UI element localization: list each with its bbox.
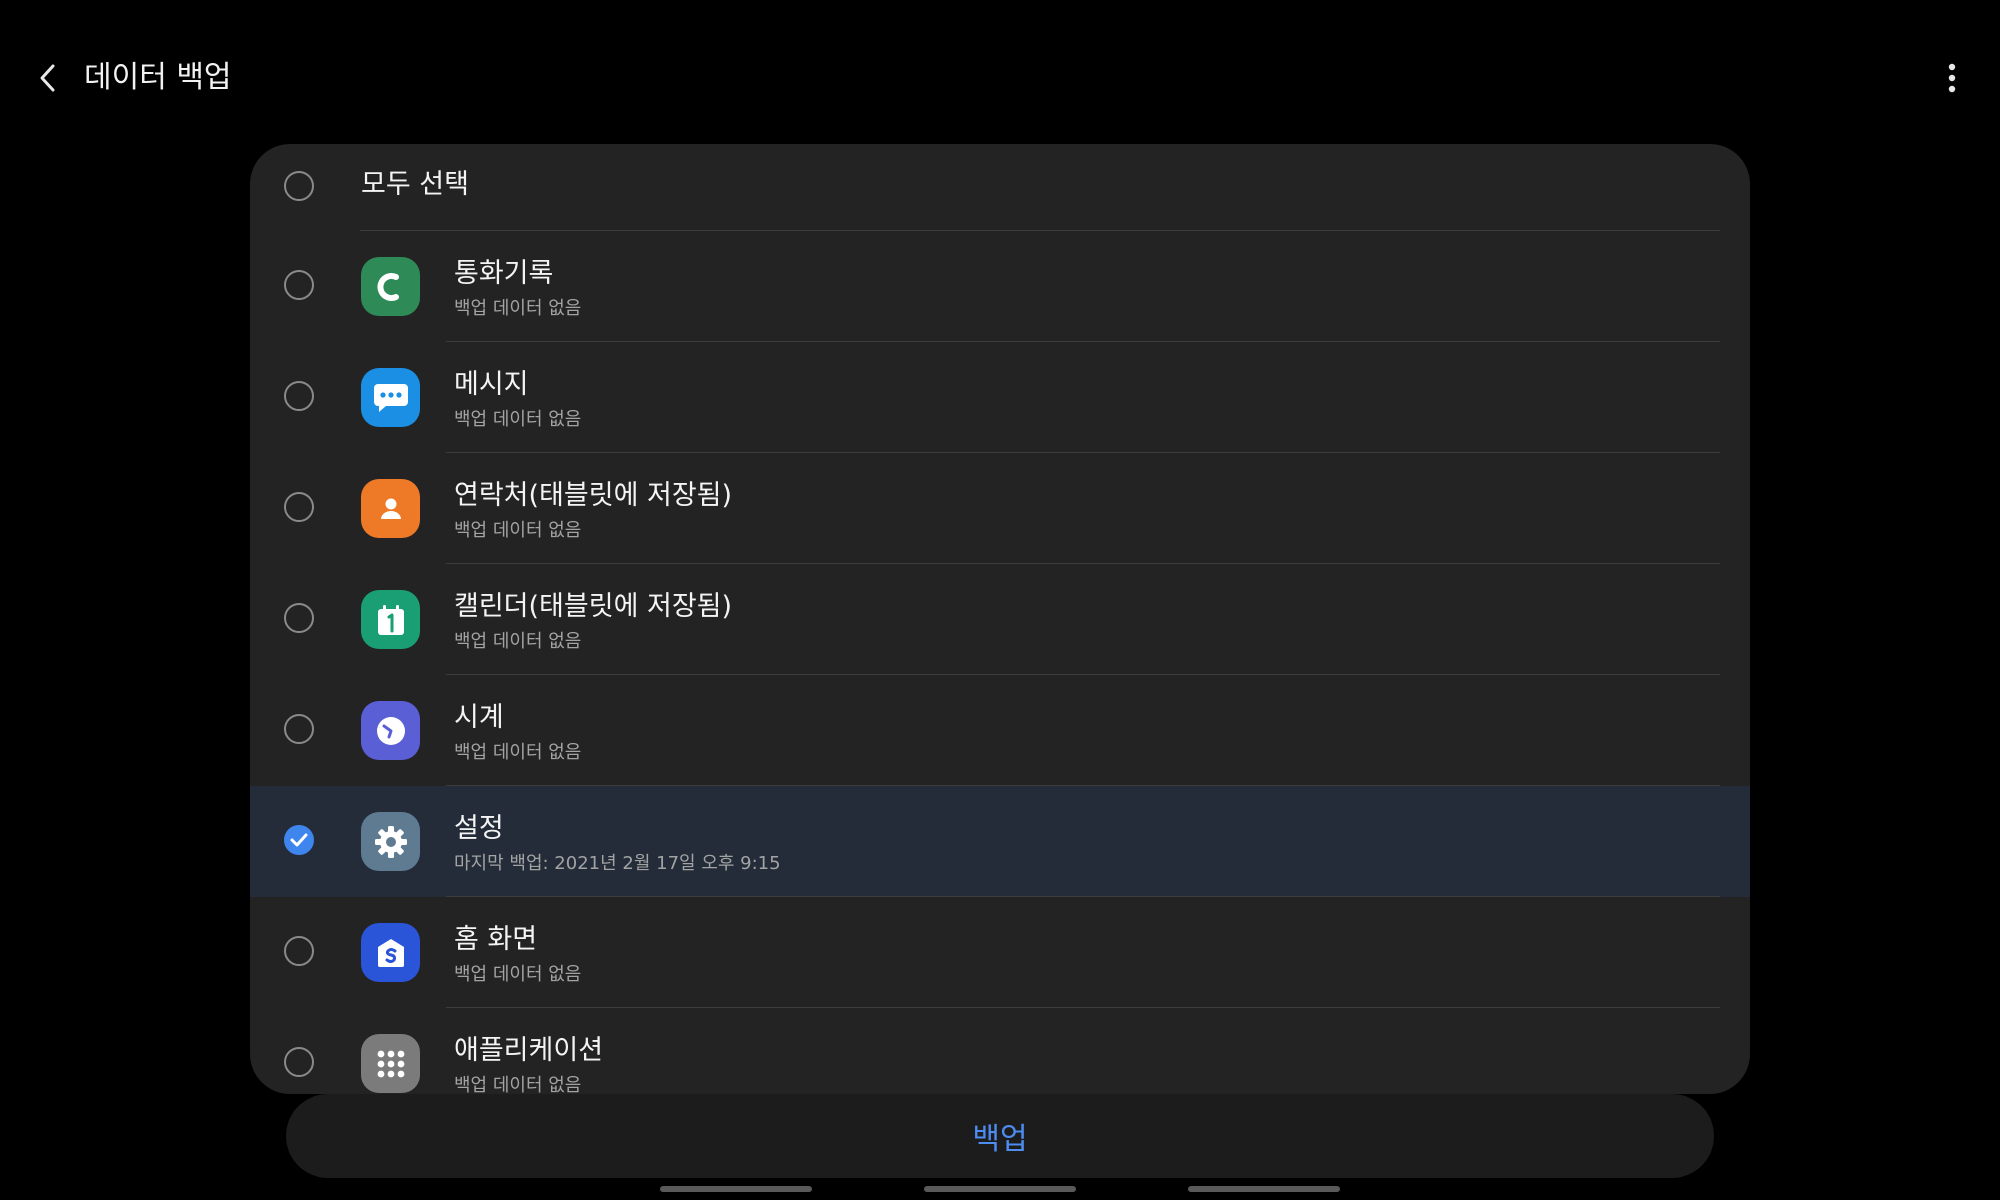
item-label: 캘린더(태블릿에 저장됨) xyxy=(454,591,733,622)
message-icon xyxy=(361,368,420,427)
item-checkbox[interactable] xyxy=(284,381,314,411)
home-screen-icon xyxy=(361,923,420,982)
list-item-calendar[interactable]: 캘린더(태블릿에 저장됨) 백업 데이터 없음 xyxy=(250,564,1750,675)
list-item-home-screen[interactable]: 홈 화면 백업 데이터 없음 xyxy=(250,897,1750,1008)
item-checkbox[interactable] xyxy=(284,1047,314,1077)
item-label: 시계 xyxy=(454,702,504,733)
item-checkbox[interactable] xyxy=(284,714,314,744)
apps-grid-icon xyxy=(361,1034,420,1093)
item-label: 설정 xyxy=(454,813,504,844)
item-subtitle: 백업 데이터 없음 xyxy=(454,298,582,319)
nav-bar-indicator xyxy=(924,1186,1076,1192)
item-label: 애플리케이션 xyxy=(454,1035,604,1066)
calendar-icon xyxy=(361,590,420,649)
list-item-clock[interactable]: 시계 백업 데이터 없음 xyxy=(250,675,1750,786)
item-label: 홈 화면 xyxy=(454,924,538,955)
item-label: 메시지 xyxy=(454,369,529,400)
item-subtitle: 백업 데이터 없음 xyxy=(454,964,582,985)
item-label: 연락처(태블릿에 저장됨) xyxy=(454,480,733,511)
item-label: 통화기록 xyxy=(454,258,554,289)
list-item-settings[interactable]: 설정 마지막 백업: 2021년 2월 17일 오후 9:15 xyxy=(250,786,1750,897)
select-all-checkbox[interactable] xyxy=(284,171,314,201)
item-checkbox[interactable] xyxy=(284,603,314,633)
list-item-applications[interactable]: 애플리케이션 백업 데이터 없음 xyxy=(250,1008,1750,1094)
back-arrow-icon xyxy=(40,64,55,92)
nav-bar-indicator xyxy=(1188,1186,1340,1192)
list-item-messages[interactable]: 메시지 백업 데이터 없음 xyxy=(250,342,1750,453)
checkmark-icon xyxy=(290,833,308,847)
item-subtitle: 마지막 백업: 2021년 2월 17일 오후 9:15 xyxy=(454,853,781,874)
item-subtitle: 백업 데이터 없음 xyxy=(454,1075,582,1094)
list-item-contacts[interactable]: 연락처(태블릿에 저장됨) 백업 데이터 없음 xyxy=(250,453,1750,564)
settings-gear-icon xyxy=(361,812,420,871)
list-item-call-log[interactable]: 통화기록 백업 데이터 없음 xyxy=(250,231,1750,342)
item-checkbox-checked[interactable] xyxy=(284,825,314,855)
nav-bar-indicator xyxy=(660,1186,812,1192)
backup-button[interactable]: 백업 xyxy=(286,1094,1714,1178)
back-button[interactable] xyxy=(24,50,72,106)
item-subtitle: 백업 데이터 없음 xyxy=(454,631,582,652)
select-all-label: 모두 선택 xyxy=(361,169,469,200)
select-all-row[interactable]: 모두 선택 xyxy=(250,144,1750,231)
more-options-button[interactable] xyxy=(1928,54,1976,102)
item-checkbox[interactable] xyxy=(284,936,314,966)
item-checkbox[interactable] xyxy=(284,492,314,522)
item-subtitle: 백업 데이터 없음 xyxy=(454,409,582,430)
clock-icon xyxy=(361,701,420,760)
backup-button-label: 백업 xyxy=(972,1122,1028,1157)
more-vert-icon xyxy=(1948,63,1956,93)
item-subtitle: 백업 데이터 없음 xyxy=(454,742,582,763)
page-title: 데이터 백업 xyxy=(84,60,232,95)
phone-icon xyxy=(361,257,420,316)
item-checkbox[interactable] xyxy=(284,270,314,300)
contacts-icon xyxy=(361,479,420,538)
top-app-bar: 데이터 백업 xyxy=(0,0,2000,156)
backup-items-card: 모두 선택 통화기록 백업 데이터 없음 메시지 백업 데이터 없음 연락처(태… xyxy=(250,144,1750,1094)
item-subtitle: 백업 데이터 없음 xyxy=(454,520,582,541)
